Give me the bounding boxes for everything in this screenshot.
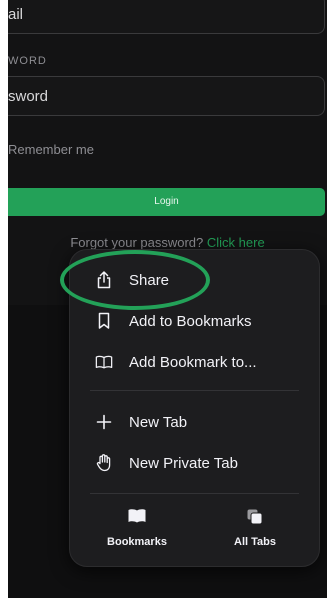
highlight-circle xyxy=(60,250,210,310)
menu-item-new-private-tab[interactable]: New Private Tab xyxy=(70,443,319,483)
menu-item-label: Add to Bookmarks xyxy=(129,312,252,330)
remember-me-label[interactable]: Remember me xyxy=(8,142,94,157)
menu-item-label: Add Bookmark to... xyxy=(129,353,257,371)
menu-item-new-tab[interactable]: New Tab xyxy=(70,402,319,442)
password-field[interactable]: sword xyxy=(8,76,325,116)
menu-item-add-bookmark-to[interactable]: Add Bookmark to... xyxy=(70,342,319,382)
menu-divider xyxy=(90,390,299,391)
plus-icon xyxy=(95,413,113,431)
bookmarks-label: Bookmarks xyxy=(107,536,167,548)
password-field-value: sword xyxy=(8,88,49,105)
bookmarks-button[interactable]: Bookmarks xyxy=(82,508,192,548)
all-tabs-button[interactable]: All Tabs xyxy=(200,508,310,548)
menu-item-label: New Private Tab xyxy=(129,454,238,472)
password-label: WORD xyxy=(8,55,47,67)
tabs-icon xyxy=(200,508,310,528)
forgot-password-row: Forgot your password? Click here xyxy=(8,235,327,250)
book-icon xyxy=(95,353,113,371)
bookmarks-icon xyxy=(82,508,192,528)
click-here-link[interactable]: Click here xyxy=(207,235,265,250)
bookmark-icon xyxy=(95,312,113,330)
forgot-password-text: Forgot your password? xyxy=(70,235,204,250)
email-field[interactable]: ail xyxy=(8,0,325,34)
menu-divider xyxy=(90,493,299,494)
all-tabs-label: All Tabs xyxy=(234,536,276,548)
login-button[interactable]: Login xyxy=(8,188,325,216)
email-field-value: ail xyxy=(8,6,24,23)
hand-icon xyxy=(95,454,113,472)
screen: ail WORD sword Remember me Login Forgot … xyxy=(0,0,327,598)
menu-item-label: New Tab xyxy=(129,413,188,431)
